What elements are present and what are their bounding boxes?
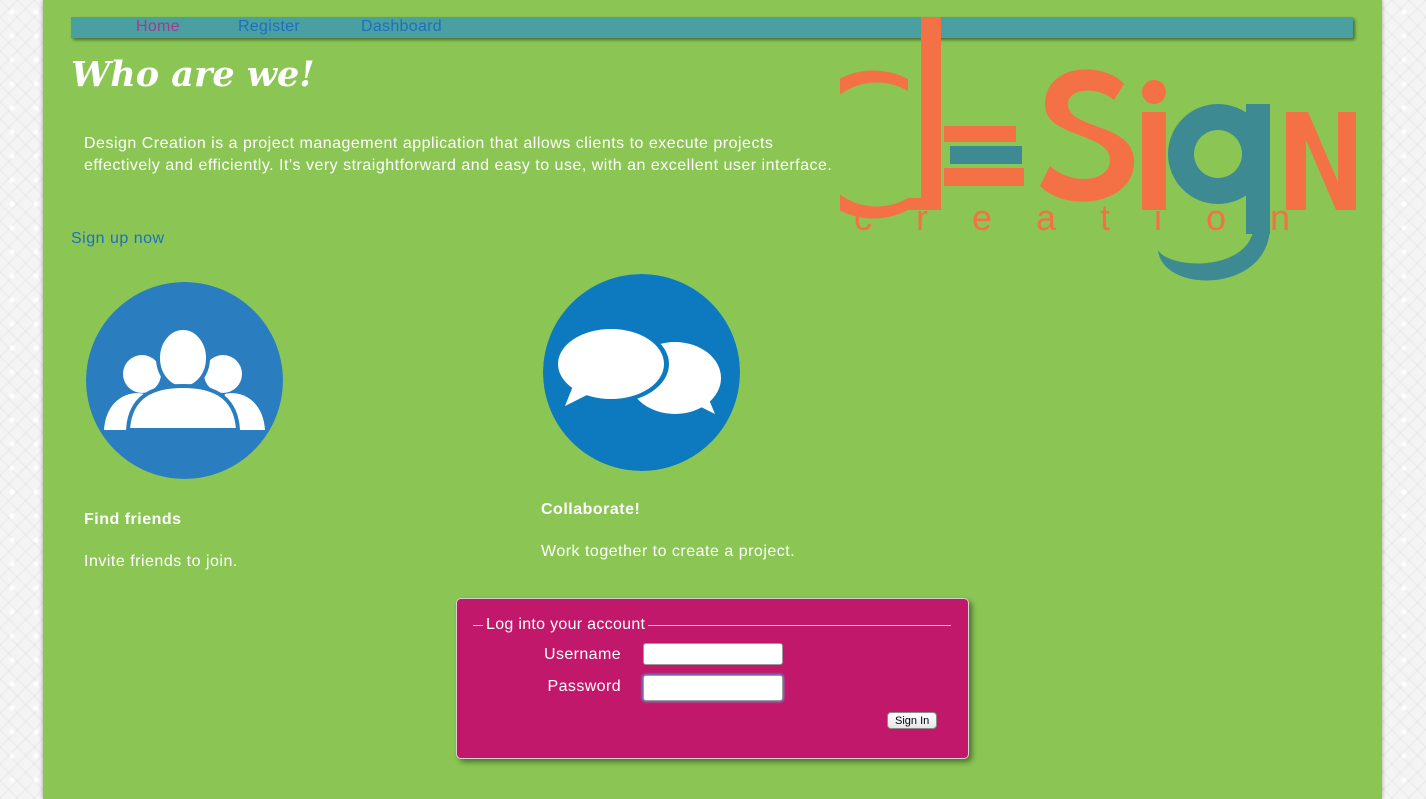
logo-letter-e-top (944, 126, 1016, 142)
sign-in-button[interactable]: Sign In (887, 712, 938, 729)
feature-description: Invite friends to join. (84, 553, 238, 570)
feature-collaborate: Collaborate! Work together to create a p… (541, 274, 795, 561)
feature-description: Work together to create a project. (541, 543, 796, 560)
logo-letter-d (840, 17, 941, 219)
nav-dashboard-link[interactable]: Dashboard (361, 18, 442, 36)
password-label: Password (547, 678, 621, 695)
login-legend: Log into your account (483, 616, 649, 634)
login-form: Log into your account Username Password … (456, 598, 969, 759)
people-group-icon (86, 282, 283, 479)
password-input[interactable] (643, 675, 783, 701)
feature-title: Collaborate! (541, 501, 641, 518)
feature-find-friends: Find friends Invite friends to join. (84, 282, 283, 571)
username-input[interactable] (643, 643, 783, 665)
logo-subtitle: creation (854, 197, 1334, 238)
username-label: Username (543, 646, 621, 663)
logo-letter-e-bottom (944, 168, 1024, 186)
logo-letter-s (1040, 69, 1135, 202)
logo-letter-e-middle (950, 146, 1022, 164)
feature-title: Find friends (84, 511, 182, 528)
speech-bubbles-icon (543, 274, 740, 471)
logo-letter-i-dot (1142, 80, 1166, 104)
nav-home-link[interactable]: Home (136, 18, 180, 36)
intro-paragraph: Design Creation is a project management … (84, 135, 833, 174)
sign-up-link[interactable]: Sign up now (71, 230, 165, 248)
nav-register-link[interactable]: Register (238, 18, 300, 36)
logo-letter-n (1286, 112, 1356, 210)
logo-letter-i-stem (1142, 112, 1166, 210)
page-container: Home Register Dashboard Who are we! Desi… (43, 0, 1382, 799)
design-creation-logo: creation (840, 17, 1356, 281)
page-heading: Who are we! (71, 54, 315, 95)
